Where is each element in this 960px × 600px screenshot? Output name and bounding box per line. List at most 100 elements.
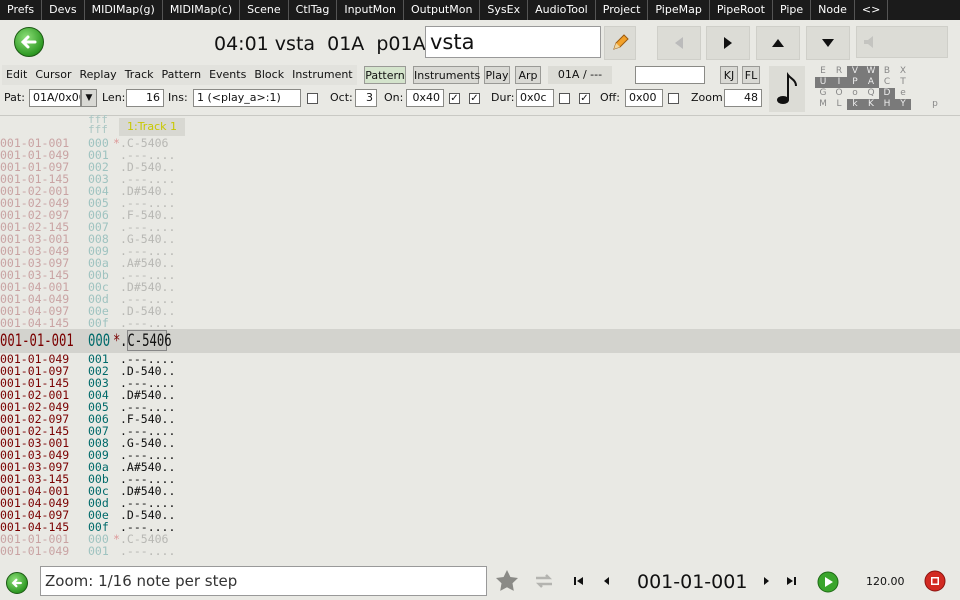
move-down-button[interactable] [806, 26, 850, 60]
key-cell[interactable]: X [895, 66, 911, 77]
row-index: 001 [88, 544, 109, 558]
skip-start-button[interactable] [573, 575, 585, 590]
row-marker: * [113, 532, 120, 546]
topbar-item[interactable]: Project [596, 0, 649, 20]
pattern-header-index: fff fff [88, 114, 108, 135]
key-cell[interactable]: o [847, 88, 863, 99]
dur-field[interactable]: 0x0c [516, 89, 554, 107]
key-cell[interactable]: p [927, 99, 943, 110]
key-grid: E R V W B X U I P A C T G O o Q D e M L … [815, 66, 938, 110]
track-header[interactable]: 1:Track 1 [119, 118, 185, 136]
topbar-item[interactable]: OutputMon [404, 0, 481, 20]
record-stop-button[interactable] [924, 570, 946, 595]
search-field[interactable] [635, 66, 705, 84]
name-field[interactable]: vsta [425, 26, 601, 58]
len-field[interactable]: 16 [126, 89, 164, 107]
fl-button[interactable]: FL [742, 66, 760, 84]
current-row[interactable]: 001-01-001 000 * .C-5406 [0, 329, 960, 353]
on-checkbox[interactable]: ✓ [449, 93, 460, 104]
menu-edit[interactable]: Edit [2, 65, 31, 85]
menu-instrument[interactable]: Instrument [288, 65, 357, 85]
off-field[interactable]: 0x00 [625, 89, 663, 107]
zoom-field[interactable]: 48 [724, 89, 762, 107]
topbar-item[interactable]: MIDIMap(g) [85, 0, 163, 20]
note-length-button[interactable] [769, 66, 805, 112]
divider [0, 115, 960, 116]
key-cell[interactable]: C [879, 77, 895, 88]
volume-control[interactable] [856, 26, 948, 58]
key-cell[interactable]: V [847, 66, 863, 77]
menu-events[interactable]: Events [205, 65, 250, 85]
key-cell[interactable]: D [879, 88, 895, 99]
topbar-item[interactable]: PipeMap [648, 0, 710, 20]
menu-pattern[interactable]: Pattern [158, 65, 206, 85]
key-cell[interactable]: T [895, 77, 911, 88]
pattern-button[interactable]: Pattern [364, 66, 406, 84]
next-button[interactable] [706, 26, 750, 60]
topbar-item[interactable]: InputMon [337, 0, 405, 20]
play-button[interactable]: Play [484, 66, 510, 84]
topbar-item[interactable]: Scene [240, 0, 289, 20]
topbar-item[interactable]: Prefs [0, 0, 43, 20]
step-back-button[interactable] [601, 575, 613, 590]
move-up-button[interactable] [756, 26, 800, 60]
dur-checkbox-2[interactable]: ✓ [579, 93, 590, 104]
key-cell[interactable]: A [863, 77, 879, 88]
topbar-item[interactable]: CtlTag [289, 0, 338, 20]
key-cell[interactable]: Q [863, 88, 879, 99]
arp-button[interactable]: Arp [515, 66, 541, 84]
key-cell[interactable]: P [847, 77, 863, 88]
dur-checkbox[interactable] [559, 93, 570, 104]
note-icon [777, 72, 797, 104]
instruments-button[interactable]: Instruments [413, 66, 480, 84]
back-button[interactable] [14, 27, 44, 57]
edit-name-button[interactable] [604, 26, 636, 60]
loop-button[interactable] [532, 569, 556, 593]
transport-play-button[interactable] [817, 571, 839, 596]
ins-checkbox[interactable] [307, 93, 318, 104]
bottom-back-button[interactable] [6, 572, 28, 594]
off-checkbox[interactable] [668, 93, 679, 104]
key-cell[interactable]: k [847, 99, 863, 110]
key-cell[interactable]: I [831, 77, 847, 88]
key-cell[interactable]: E [815, 66, 831, 77]
key-cell[interactable]: L [831, 99, 847, 110]
key-cell[interactable]: G [815, 88, 831, 99]
favorite-button[interactable] [494, 568, 520, 594]
key-cell[interactable]: R [831, 66, 847, 77]
on-checkbox-2[interactable]: ✓ [469, 93, 480, 104]
skip-end-button[interactable] [785, 575, 797, 590]
ins-field[interactable]: 1 (<play_a>:1) [193, 89, 301, 107]
menu-cursor[interactable]: Cursor [31, 65, 75, 85]
key-cell[interactable]: e [895, 88, 911, 99]
topbar-item[interactable]: PipeRoot [710, 0, 773, 20]
topbar-item[interactable]: <> [855, 0, 889, 20]
topbar-item[interactable]: SysEx [480, 0, 529, 20]
kj-button[interactable]: KJ [720, 66, 738, 84]
pat-dropdown-button[interactable]: ▼ [81, 89, 97, 107]
topbar-item[interactable]: Node [811, 0, 855, 20]
key-cell[interactable]: B [879, 66, 895, 77]
pat-select[interactable]: 01A/0x00 [29, 89, 81, 107]
on-velocity-field[interactable]: 0x40 [406, 89, 444, 107]
key-cell[interactable]: H [879, 99, 895, 110]
topbar-item[interactable]: Devs [42, 0, 85, 20]
topbar-item[interactable]: MIDIMap(c) [163, 0, 241, 20]
key-cell[interactable]: O [831, 88, 847, 99]
key-cell[interactable]: W [863, 66, 879, 77]
key-cell[interactable]: M [815, 99, 831, 110]
current-row-note: .C-5406 [120, 331, 172, 351]
key-cell[interactable]: Y [895, 99, 911, 110]
key-cell[interactable]: U [815, 77, 831, 88]
step-forward-button[interactable] [760, 575, 772, 590]
status-field: Zoom: 1/16 note per step [40, 566, 487, 596]
menu-block[interactable]: Block [250, 65, 288, 85]
oct-field[interactable]: 3 [355, 89, 377, 107]
key-cell[interactable]: K [863, 99, 879, 110]
topbar-item[interactable]: AudioTool [528, 0, 596, 20]
prev-button[interactable] [657, 26, 701, 60]
topbar-item[interactable]: Pipe [773, 0, 812, 20]
menu-replay[interactable]: Replay [75, 65, 120, 85]
back-arrow-icon [20, 35, 37, 49]
menu-track[interactable]: Track [121, 65, 158, 85]
